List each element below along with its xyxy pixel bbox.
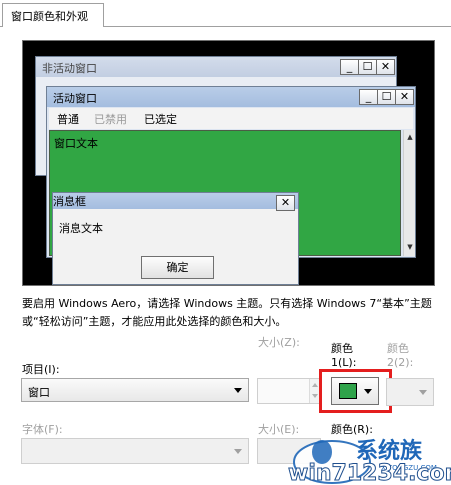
close-icon[interactable]: ✕	[395, 89, 414, 105]
appearance-dialog: 窗口颜色和外观 非活动窗口 _ ☐ ✕ 活动窗口 _ ☐ ✕ 普通 已禁用 已选…	[0, 0, 451, 485]
color2-picker-button[interactable]	[386, 378, 434, 406]
font-select[interactable]	[21, 438, 249, 464]
color1-label-line1: 颜色	[331, 342, 353, 355]
scroll-up-icon[interactable]: ▲	[405, 132, 415, 142]
scroll-down-icon[interactable]: ▼	[405, 242, 415, 252]
ok-button[interactable]: 确定	[141, 256, 214, 279]
font-label: 字体(F):	[22, 423, 63, 436]
menu-item-normal[interactable]: 普通	[57, 111, 79, 127]
spinner-down-icon[interactable]	[312, 394, 318, 398]
chevron-down-icon	[234, 449, 242, 454]
item-select-value: 窗口	[28, 386, 50, 399]
inactive-window-title: 非活动窗口	[42, 62, 97, 75]
close-icon[interactable]: ✕	[276, 195, 295, 211]
size-spinner[interactable]	[257, 378, 321, 404]
color2-label-line1: 颜色	[387, 342, 409, 355]
message-box-preview[interactable]: 消息框 ✕ 消息文本 确定	[52, 192, 299, 285]
watermark-logo: 系统族 XITONGZU.COM win71234.com	[288, 438, 451, 485]
item-select[interactable]: 窗口	[21, 378, 249, 402]
chevron-down-icon	[234, 388, 242, 393]
message-text: 消息文本	[59, 222, 103, 235]
menu-item-disabled[interactable]: 已禁用	[94, 111, 127, 127]
menu-item-selected[interactable]: 已选定	[144, 111, 177, 127]
watermark-text: win71234.com	[288, 461, 451, 485]
close-icon[interactable]: ✕	[376, 59, 395, 75]
maximize-icon[interactable]: ☐	[377, 89, 396, 105]
window-text: 窗口文本	[54, 137, 98, 150]
minimize-icon[interactable]: _	[340, 59, 359, 75]
size-label: 大小(Z):	[258, 336, 300, 349]
vertical-scrollbar[interactable]: ▲ ▼	[403, 130, 415, 256]
item-label: 项目(I):	[22, 363, 60, 376]
color2-label-line2: 2(2):	[387, 356, 414, 369]
message-box-title: 消息框	[53, 195, 86, 208]
maximize-icon[interactable]: ☐	[358, 59, 377, 75]
active-window-title: 活动窗口	[53, 92, 97, 105]
highlight-box	[319, 369, 392, 413]
chevron-down-icon	[419, 390, 427, 395]
color1-label-line2: 1(L):	[331, 356, 357, 369]
description-text: 要启用 Windows Aero，请选择 Windows 主题。只有选择 Win…	[22, 297, 432, 328]
menu-bar: 普通 已禁用 已选定	[49, 108, 413, 129]
message-box-titlebar[interactable]: 消息框	[53, 193, 298, 209]
minimize-icon[interactable]: _	[359, 89, 378, 105]
spinner-up-icon[interactable]	[312, 383, 318, 387]
tab-window-color-appearance[interactable]: 窗口颜色和外观	[2, 3, 104, 27]
